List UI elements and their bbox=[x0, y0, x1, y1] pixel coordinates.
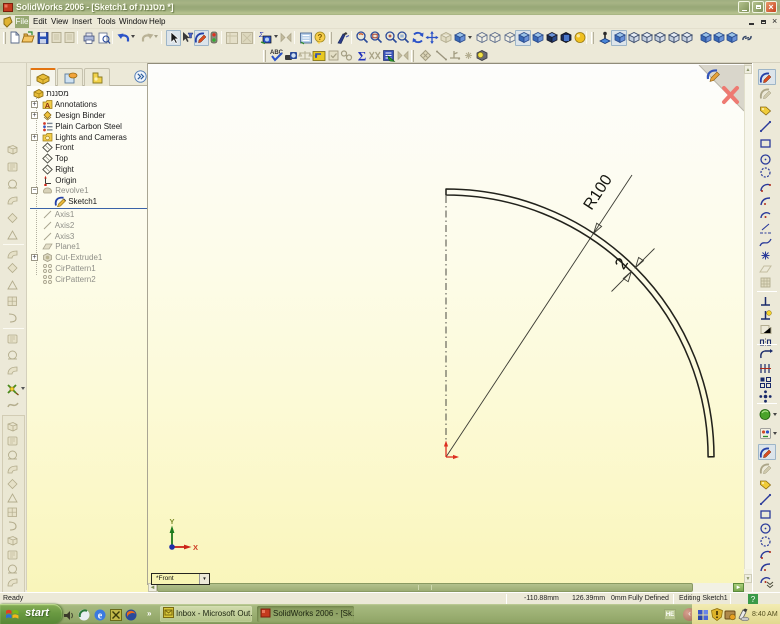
svg-text:e: e bbox=[98, 611, 103, 622]
svg-text:A: A bbox=[45, 101, 51, 110]
svg-text:?: ? bbox=[318, 33, 323, 42]
svg-text:X: X bbox=[193, 543, 198, 552]
svg-text:?: ? bbox=[751, 595, 756, 604]
svg-text:Σ: Σ bbox=[357, 49, 366, 64]
svg-text:Y: Y bbox=[170, 517, 175, 526]
